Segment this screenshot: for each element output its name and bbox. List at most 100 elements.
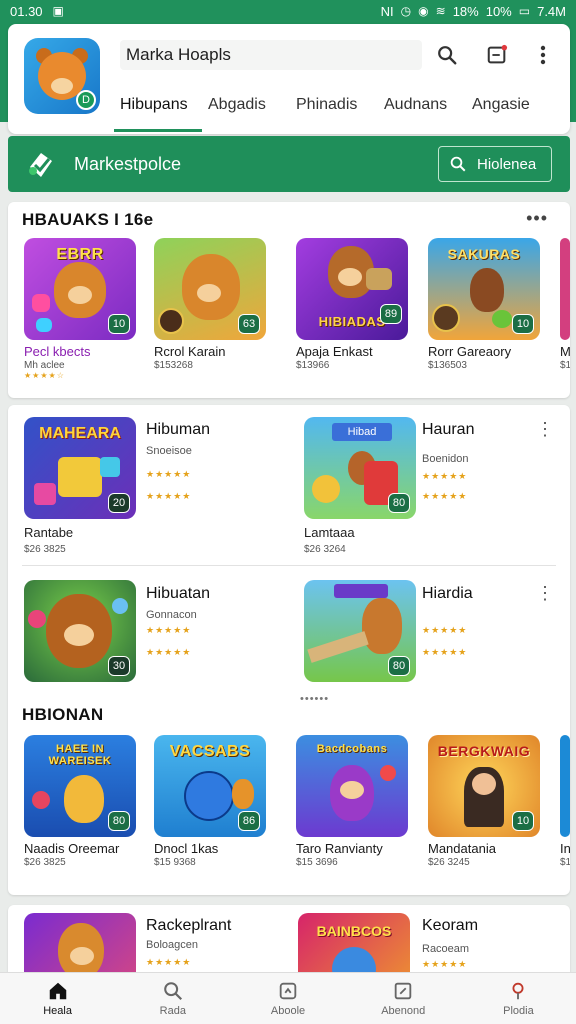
nav-apps[interactable]: Aboole <box>230 973 345 1024</box>
rating-badge: 86 <box>238 811 260 831</box>
app-thumbnail[interactable]: 80 <box>304 580 416 682</box>
thumbnail-label: VACSABS <box>169 743 251 760</box>
app-rating-stars: ★★★★☆ <box>24 371 65 380</box>
app-price: $15 3696 <box>296 857 338 868</box>
app-price: $15 9368 <box>154 857 196 868</box>
app-tile[interactable]: BERGKWAIG 10 Mandatania $26 3245 <box>428 735 540 868</box>
tab-4[interactable]: Angasie <box>472 90 560 132</box>
app-thumbnail: VACSABS 86 <box>154 735 266 837</box>
character-icon <box>64 775 104 823</box>
balloon-icon <box>380 765 396 781</box>
rating-badge: 80 <box>388 493 410 513</box>
app-subtitle: Boenidon <box>422 453 469 465</box>
app-subtitle: Gonnacon <box>146 609 197 621</box>
app-subtitle: Mh aclee <box>24 360 65 371</box>
status-time: 01.30 <box>10 3 43 19</box>
tab-2[interactable]: Phinadis <box>296 90 384 132</box>
app-thumbnail <box>560 238 570 340</box>
rating-badge: 10 <box>108 314 130 334</box>
rating-badge: 20 <box>108 493 130 513</box>
app-rating-stars: ★★★★★ <box>422 471 468 481</box>
app-thumbnail[interactable]: MAHEARA 20 <box>24 417 136 519</box>
app-logo[interactable]: D <box>24 38 100 114</box>
app-thumbnail[interactable]: Hibad 80 <box>304 417 416 519</box>
thumbnail-label: BAINBCOS <box>316 923 392 939</box>
tab-3[interactable]: Audnans <box>384 90 472 132</box>
wifi-icon: ≋ <box>435 4 446 18</box>
status-battery: 18% <box>452 3 479 19</box>
app-tile[interactable]: 63 Rcrol Karain $153268 <box>154 238 266 371</box>
app-thumbnail: HAEE IN WAREISEK 80 <box>24 735 136 837</box>
app-title[interactable]: Hauran <box>422 421 474 439</box>
edit-icon <box>394 982 412 1000</box>
app-name: In <box>560 841 570 856</box>
battery-icon: ▭ <box>518 4 531 18</box>
plank-icon <box>307 631 369 663</box>
marketplace-bar: Markestpolce Hiolenea <box>8 136 570 192</box>
app-tile[interactable]: Bacdcobans Taro Ranvianty $15 3696 <box>296 735 408 868</box>
more-vertical-icon[interactable]: ⋮ <box>536 583 554 604</box>
app-title[interactable]: Hibuman <box>146 421 210 439</box>
app-tile[interactable]: EBRR 10 Pecl kbects Mh aclee ★★★★☆ <box>24 238 136 380</box>
app-tile[interactable]: SAKURAS 10 Rorr Gareaory $136503 <box>428 238 540 371</box>
app-name: Mandatania <box>428 841 496 856</box>
bubble-icon <box>112 598 128 614</box>
nav-profile[interactable]: Plodia <box>461 973 576 1024</box>
search-input[interactable]: Marka Hoapls <box>120 40 422 70</box>
app-tile[interactable]: In $1 <box>560 735 570 868</box>
rating-badge: 80 <box>108 811 130 831</box>
rating-badge: 10 <box>512 811 534 831</box>
app-badge: D <box>76 90 96 110</box>
app-tile[interactable]: HAEE IN WAREISEK 80 Naadis Oreemar $26 3… <box>24 735 136 868</box>
app-tile[interactable]: HIBIADAS 89 Apaja Enkast $13966 <box>296 238 408 371</box>
nav-search[interactable]: Rada <box>115 973 230 1024</box>
notification-icon: ▣ <box>52 4 64 18</box>
app-thumbnail: 63 <box>154 238 266 340</box>
app-tile[interactable]: M $1 <box>560 238 570 371</box>
alarm-icon: ◷ <box>400 4 412 18</box>
section-title: HBAUAKS I 16e <box>22 210 154 229</box>
inbox-icon <box>487 44 508 64</box>
app-subtitle: $136503 <box>428 360 467 371</box>
title-banner <box>334 584 388 598</box>
thumbnail-label: MAHEARA <box>39 425 121 442</box>
app-rating-stars: ★★★★★ <box>146 491 192 501</box>
app-name: M <box>560 344 570 359</box>
search-button[interactable] <box>432 40 462 70</box>
app-subtitle: Racoeam <box>422 943 470 955</box>
app-thumbnail: HIBIADAS 89 <box>296 238 408 340</box>
app-thumbnail[interactable]: 30 <box>24 580 136 682</box>
coin-icon <box>158 308 184 334</box>
app-thumbnail: BERGKWAIG 10 <box>428 735 540 837</box>
tab-0[interactable]: Hibupans <box>114 90 208 132</box>
app-title[interactable]: Keoram <box>422 917 478 935</box>
mascot-face <box>197 284 221 302</box>
inbox-button[interactable] <box>482 40 512 70</box>
marketplace-title: Markestpolce <box>74 153 182 174</box>
tab-1[interactable]: Abgadis <box>208 90 296 132</box>
gem-icon <box>36 318 52 332</box>
search-text: Marka Hoapls <box>126 45 231 64</box>
nav-label: Rada <box>159 1005 186 1017</box>
nav-label: Heala <box>43 1005 72 1017</box>
app-price: $26 3825 <box>24 857 66 868</box>
nav-edit[interactable]: Abenond <box>346 973 461 1024</box>
category-tabs: Hibupans Abgadis Phinadis Audnans Angasi… <box>114 90 560 134</box>
app-name: Rcrol Karain <box>154 344 226 359</box>
nav-label: Aboole <box>270 1005 306 1017</box>
app-title[interactable]: Hibuatan <box>146 585 210 603</box>
character-face <box>340 781 364 799</box>
gem-icon <box>34 483 56 505</box>
app-tile[interactable]: VACSABS 86 Dnocl 1kas $15 9368 <box>154 735 266 868</box>
more-vertical-icon[interactable]: ⋮ <box>536 419 554 440</box>
section-more-button[interactable]: ••• <box>526 208 548 229</box>
app-title[interactable]: Rackeplrant <box>146 917 231 935</box>
nav-home[interactable]: Heala <box>0 973 115 1024</box>
box-icon <box>366 268 392 290</box>
marketplace-check-icon <box>24 147 58 181</box>
rating-badge: 30 <box>108 656 130 676</box>
overflow-menu-button[interactable] <box>528 40 558 70</box>
marketplace-search-button[interactable]: Hiolenea <box>438 146 552 182</box>
app-title[interactable]: Hiardia <box>422 585 473 603</box>
app-name: Naadis Oreemar <box>24 841 120 856</box>
